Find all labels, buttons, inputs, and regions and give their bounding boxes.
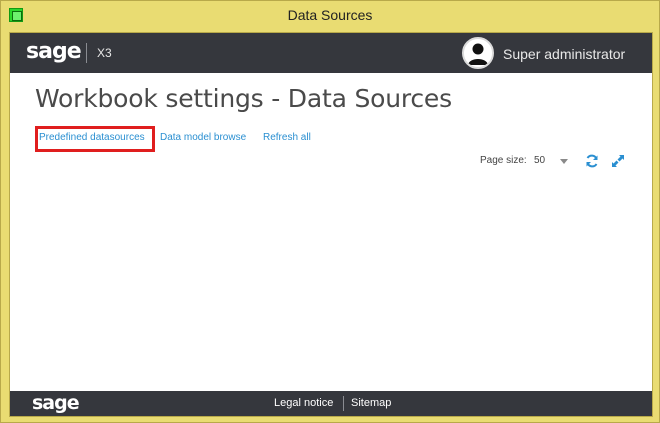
footer-divider bbox=[343, 396, 344, 411]
page-size-select[interactable]: 50 bbox=[534, 155, 545, 166]
app-window: Data Sources sage X3 Super administrator… bbox=[0, 0, 660, 423]
data-model-browse-link[interactable]: Data model browse bbox=[160, 132, 246, 143]
user-name[interactable]: Super administrator bbox=[503, 46, 625, 62]
window-titlebar[interactable]: Data Sources bbox=[1, 1, 659, 31]
window-title: Data Sources bbox=[287, 7, 373, 23]
sage-logo[interactable]: sage bbox=[26, 39, 82, 64]
caret-down-icon[interactable] bbox=[560, 159, 568, 164]
predefined-datasources-link[interactable]: Predefined datasources bbox=[39, 132, 145, 143]
expand-icon[interactable] bbox=[611, 154, 625, 168]
logo-divider bbox=[86, 43, 87, 63]
refresh-all-link[interactable]: Refresh all bbox=[263, 132, 311, 143]
footer-bar: sage Legal notice Sitemap bbox=[10, 391, 652, 416]
module-name: X3 bbox=[97, 46, 112, 60]
user-avatar-icon[interactable] bbox=[462, 37, 494, 69]
page-body: sage X3 Super administrator Workbook set… bbox=[9, 32, 653, 417]
page-size-label: Page size: bbox=[480, 155, 527, 166]
legal-notice-link[interactable]: Legal notice bbox=[274, 397, 333, 409]
refresh-icon[interactable] bbox=[585, 154, 599, 168]
footer-sage-logo: sage bbox=[32, 392, 80, 414]
page-title: Workbook settings - Data Sources bbox=[35, 84, 452, 113]
top-navbar: sage X3 Super administrator bbox=[10, 33, 652, 73]
sitemap-link[interactable]: Sitemap bbox=[351, 397, 391, 409]
